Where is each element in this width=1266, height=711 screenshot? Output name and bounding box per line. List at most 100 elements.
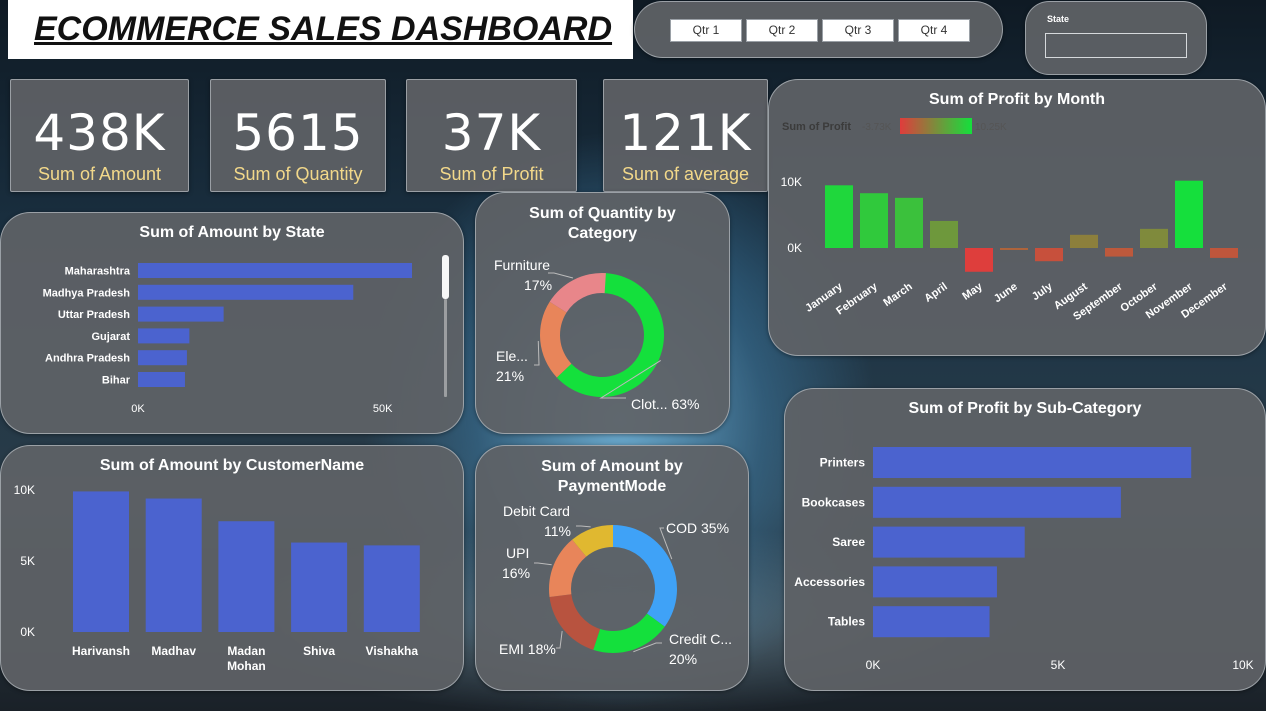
leader-line: [534, 341, 540, 366]
bar: [218, 521, 275, 632]
leader-line: [576, 525, 591, 528]
slice-percent: 11%: [544, 523, 571, 539]
dashboard-title-banner: ECOMMERCE SALES DASHBOARD: [8, 0, 633, 59]
slice-label: Ele...: [496, 348, 528, 364]
profit-by-month-panel: Sum of Profit by Month Sum of Profit -3.7…: [768, 79, 1266, 356]
quantity-by-category-panel: Sum of Quantity by Category Clot... 63% E…: [475, 192, 730, 434]
bar-label: Maharashtra: [65, 266, 131, 278]
bar-label: Accessories: [794, 575, 865, 589]
amount-by-state-panel: Sum of Amount by State Maharashtra Madhya…: [0, 212, 464, 434]
x-tick-label: Harivansh: [72, 644, 130, 658]
dashboard-title: ECOMMERCE SALES DASHBOARD: [34, 10, 613, 48]
kpi-profit-value: 37K: [441, 104, 542, 162]
bar: [860, 193, 888, 248]
bar: [873, 486, 1121, 518]
kpi-amount-value: 438K: [33, 104, 166, 162]
bar: [1140, 228, 1168, 248]
pie-slice: [613, 525, 677, 627]
amount-by-state-chart: Maharashtra Madhya Pradesh Uttar Pradesh Gu…: [43, 255, 449, 415]
x-tick-label: 5K: [1051, 658, 1066, 672]
state-slicer-label: State: [1047, 14, 1070, 24]
amount-by-paymentmode-chart: COD 35% Credit C... 20% EMI 18% UPI 16% Debit …: [499, 503, 732, 667]
bar: [138, 328, 190, 344]
bar-label: Bihar: [102, 375, 131, 387]
slice-label: Credit C...: [669, 631, 732, 647]
bar-label: Printers: [820, 456, 866, 470]
amount-by-customer-panel: Sum of Amount by CustomerName 10K 5K 0K Har…: [0, 445, 464, 691]
x-tick-label: Vishakha: [366, 644, 419, 658]
pie-slice: [593, 613, 665, 653]
slice-label: COD 35%: [666, 520, 729, 536]
bar: [1105, 248, 1133, 257]
pie-slice: [540, 301, 572, 378]
slice-percent: 16%: [502, 565, 530, 581]
qtr2-button[interactable]: Qtr 2: [746, 19, 818, 42]
kpi-card-quantity: 5615 Sum of Quantity: [210, 79, 386, 192]
bar: [138, 306, 224, 322]
bar: [291, 542, 348, 632]
bar: [1070, 234, 1098, 248]
state-dropdown[interactable]: [1045, 33, 1187, 58]
x-tick-label: 10K: [1232, 658, 1253, 672]
scrollbar-thumb[interactable]: [442, 255, 449, 299]
legend-label: Sum of Profit: [782, 121, 851, 133]
y-tick-label: 5K: [20, 554, 35, 568]
profit-by-subcategory-panel: Sum of Profit by Sub-Category Printers Bo…: [784, 388, 1266, 691]
slice-label: UPI: [506, 545, 529, 561]
bar: [873, 447, 1192, 478]
profit-by-subcategory-chart: Printers Bookcases Saree Accessories Tables 0…: [794, 447, 1254, 672]
quarter-slicer: Qtr 1 Qtr 2 Qtr 3 Qtr 4: [634, 1, 1003, 58]
profit-by-month-chart: Sum of Profit -3.73K 10.25K10K0KJanuaryFeb…: [781, 118, 1238, 323]
kpi-quantity-label: Sum of Quantity: [233, 164, 363, 184]
y-tick-label: 10K: [781, 175, 802, 189]
y-tick-label: 0K: [787, 241, 802, 255]
bar: [138, 263, 412, 278]
kpi-card-profit: 37K Sum of Profit: [406, 79, 577, 192]
x-tick-label: Madhav: [151, 644, 196, 658]
qtr4-button[interactable]: Qtr 4: [898, 19, 970, 42]
bar-label: Uttar Pradesh: [58, 309, 130, 321]
slice-percent: 20%: [669, 651, 697, 667]
x-tick-label: Shiva: [303, 644, 335, 658]
amount-by-customer-chart: 10K 5K 0K Harivansh Madhav MadanMohan Shiva Vis…: [14, 483, 420, 673]
x-tick-label: 0K: [866, 658, 881, 672]
legend-max: 10.25K: [975, 122, 1007, 133]
kpi-average-label: Sum of average: [621, 164, 750, 184]
slice-percent: 17%: [524, 277, 552, 293]
x-tick-label: Mohan: [227, 659, 266, 673]
bar: [363, 545, 420, 632]
bar: [1175, 180, 1203, 248]
bar: [1210, 248, 1238, 258]
bar: [138, 284, 354, 300]
kpi-profit-label: Sum of Profit: [439, 164, 544, 184]
bar: [873, 566, 997, 598]
bar-label: Tables: [828, 615, 865, 629]
pie-slice: [549, 273, 606, 313]
bar: [138, 350, 187, 366]
bar: [1035, 248, 1063, 262]
leader-line: [534, 562, 552, 566]
amount-by-paymentmode-panel: Sum of Amount by PaymentMode COD 35% Cred…: [475, 445, 749, 691]
slice-percent: 21%: [496, 368, 524, 384]
scrollbar-track[interactable]: [444, 299, 447, 397]
kpi-card-amount: 438K Sum of Amount: [10, 79, 189, 192]
bar-label: Madhya Pradesh: [43, 287, 131, 299]
x-tick-label: April: [922, 281, 949, 305]
x-tick-label: July: [1030, 280, 1056, 303]
bar: [930, 220, 958, 248]
bar-label: Saree: [832, 535, 865, 549]
slice-label: Debit Card: [503, 503, 570, 519]
leader-line: [556, 631, 563, 649]
x-tick-label: June: [992, 281, 1020, 306]
slice-label: Furniture: [494, 257, 550, 273]
kpi-card-average: 121K Sum of average: [603, 79, 768, 192]
x-tick-label: March: [881, 280, 915, 309]
slice-label: EMI 18%: [499, 641, 556, 657]
qtr1-button[interactable]: Qtr 1: [670, 19, 742, 42]
bar: [895, 197, 923, 248]
x-tick-label: May: [960, 280, 985, 303]
x-tick-label: 0K: [131, 403, 145, 415]
kpi-amount-label: Sum of Amount: [37, 164, 162, 184]
qtr3-button[interactable]: Qtr 3: [822, 19, 894, 42]
kpi-quantity-value: 5615: [232, 104, 364, 162]
